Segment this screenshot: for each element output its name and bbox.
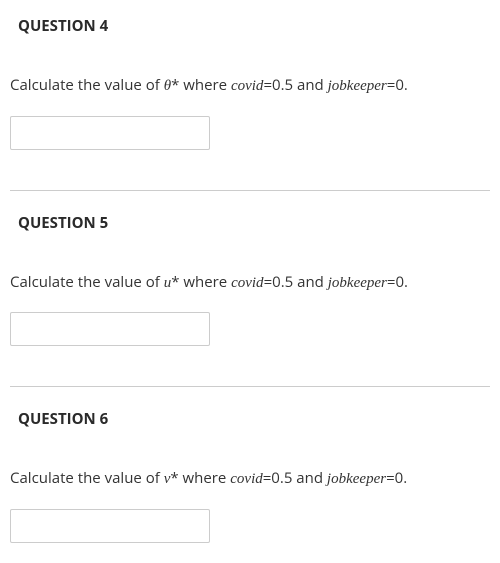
var-jobkeeper: jobkeeper — [327, 471, 386, 487]
question-6-prompt: Calculate the value of v* where covid=0.… — [10, 467, 490, 491]
question-5-prompt: Calculate the value of u* where covid=0.… — [10, 271, 490, 295]
eq-jobkeeper: =0. — [387, 75, 408, 95]
prompt-where: where — [179, 75, 231, 95]
question-6-body: Calculate the value of v* where covid=0.… — [0, 467, 500, 563]
question-6-heading: QUESTION 6 — [18, 395, 490, 447]
prompt-prefix: Calculate the value of — [10, 75, 164, 95]
symbol-theta: θ — [164, 78, 171, 94]
eq-covid: =0.5 and — [263, 468, 327, 488]
prompt-where: where — [179, 272, 231, 292]
prompt-prefix: Calculate the value of — [10, 468, 164, 488]
question-5-body: Calculate the value of u* where covid=0.… — [0, 271, 500, 367]
eq-jobkeeper: =0. — [387, 272, 408, 292]
question-5-block: QUESTION 5 — [0, 199, 500, 271]
question-4-prompt: Calculate the value of θ* where covid=0.… — [10, 74, 490, 98]
question-6-block: QUESTION 6 — [0, 395, 500, 467]
question-4-heading: QUESTION 4 — [18, 2, 490, 54]
divider-2 — [10, 386, 490, 387]
question-5-heading: QUESTION 5 — [18, 199, 490, 251]
question-4-block: QUESTION 4 — [0, 2, 500, 74]
question-4-body: Calculate the value of θ* where covid=0.… — [0, 74, 500, 170]
var-jobkeeper: jobkeeper — [328, 275, 387, 291]
prompt-prefix: Calculate the value of — [10, 272, 164, 292]
eq-covid: =0.5 and — [263, 75, 327, 95]
var-jobkeeper: jobkeeper — [328, 78, 387, 94]
question-4-answer-input[interactable] — [10, 116, 210, 150]
var-covid: covid — [231, 275, 263, 291]
eq-jobkeeper: =0. — [386, 468, 407, 488]
var-covid: covid — [231, 78, 263, 94]
prompt-where: where — [179, 468, 231, 488]
eq-covid: =0.5 and — [264, 272, 328, 292]
question-6-answer-input[interactable] — [10, 509, 210, 543]
symbol-star: * — [170, 468, 178, 488]
question-5-answer-input[interactable] — [10, 312, 210, 346]
var-covid: covid — [230, 471, 262, 487]
divider-1 — [10, 190, 490, 191]
